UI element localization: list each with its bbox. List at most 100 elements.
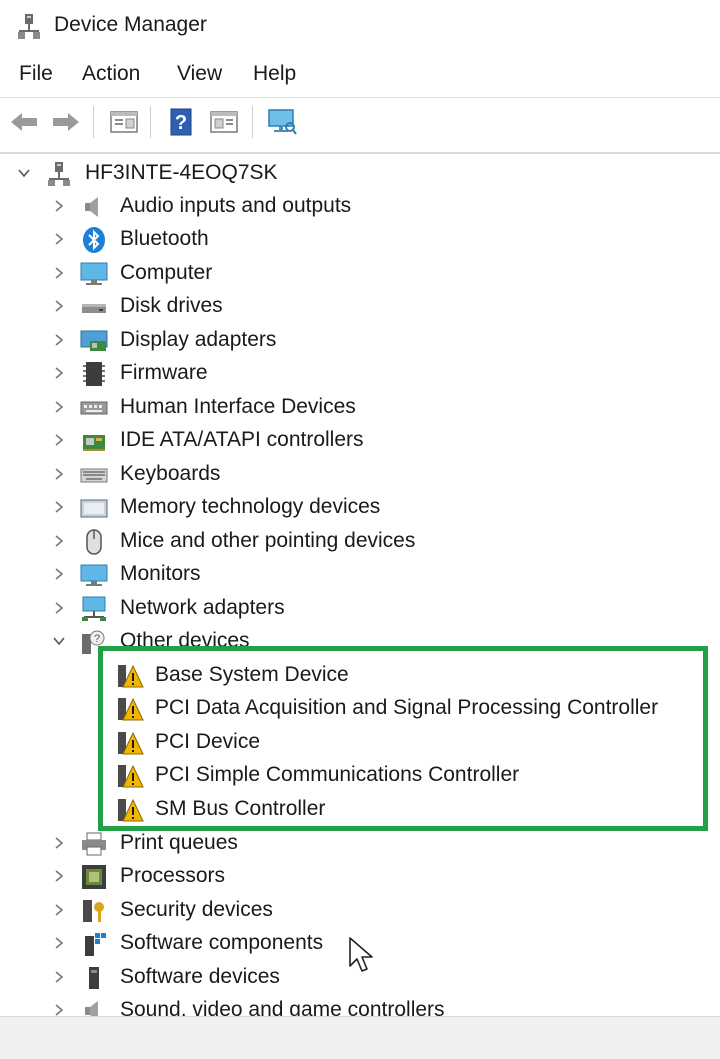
category-label: Security devices (120, 898, 273, 921)
category-label: Software components (120, 931, 324, 954)
sound-icon (85, 1001, 98, 1016)
network-adapter-icon (82, 596, 106, 621)
category-firmware[interactable]: Firmware (0, 357, 720, 390)
tree-root[interactable]: HF3INTE-4EOQ7SK (0, 157, 720, 190)
category-audio[interactable]: Audio inputs and outputs (0, 190, 720, 223)
software-device-icon (89, 967, 99, 989)
category-label: IDE ATA/ATAPI controllers (120, 428, 364, 451)
category-other-devices[interactable]: ? Other devices (0, 625, 720, 658)
category-label: Monitors (120, 562, 201, 585)
device-label: PCI Data Acquisition and Signal Processi… (155, 696, 659, 719)
monitor-icon (80, 564, 108, 586)
category-ide[interactable]: IDE ATA/ATAPI controllers (0, 424, 720, 457)
menu-view[interactable]: View (177, 62, 222, 86)
computer-tree-icon (48, 162, 70, 186)
svg-text:?: ? (94, 633, 100, 645)
mouse-icon (86, 529, 102, 555)
chevron-right-icon[interactable] (51, 935, 67, 951)
device-pci-simple-comm[interactable]: PCI Simple Communications Controller (0, 759, 720, 792)
window-title: Device Manager (54, 13, 207, 36)
speaker-icon (85, 197, 98, 217)
status-bar (0, 1016, 720, 1059)
update-driver-button[interactable] (208, 106, 240, 138)
scan-hardware-button[interactable] (266, 106, 298, 138)
chevron-right-icon[interactable] (51, 600, 67, 616)
category-print-queues[interactable]: Print queues (0, 827, 720, 860)
hid-icon (80, 401, 108, 415)
category-bluetooth[interactable]: Bluetooth (0, 223, 720, 256)
title-bar: Device Manager (0, 0, 720, 52)
chevron-right-icon[interactable] (51, 298, 67, 314)
back-button[interactable] (8, 106, 40, 138)
menu-action[interactable]: Action (82, 62, 140, 86)
device-tree[interactable]: HF3INTE-4EOQ7SK Audio inputs and outputs… (0, 156, 720, 1016)
category-label: Memory technology devices (120, 495, 381, 518)
chevron-right-icon[interactable] (51, 566, 67, 582)
category-display-adapters[interactable]: Display adapters (0, 324, 720, 357)
device-sm-bus[interactable]: SM Bus Controller (0, 793, 720, 826)
arrow-right-icon (53, 113, 79, 131)
menu-separator (0, 97, 720, 98)
category-hid[interactable]: Human Interface Devices (0, 391, 720, 424)
category-mice[interactable]: Mice and other pointing devices (0, 525, 720, 558)
warning-device-icon (118, 697, 144, 721)
chevron-right-icon[interactable] (51, 466, 67, 482)
forward-button[interactable] (50, 106, 82, 138)
category-monitors[interactable]: Monitors (0, 558, 720, 591)
chevron-right-icon[interactable] (51, 969, 67, 985)
category-computer[interactable]: Computer (0, 257, 720, 290)
device-manager-icon (18, 14, 40, 39)
menu-file[interactable]: File (19, 62, 53, 86)
chevron-down-icon[interactable] (16, 165, 32, 181)
display-adapter-icon (80, 330, 108, 351)
category-label: Software devices (120, 965, 280, 988)
help-icon: ? (170, 108, 192, 136)
chevron-right-icon[interactable] (51, 332, 67, 348)
toolbar-separator (150, 106, 151, 138)
computer-icon (80, 262, 108, 285)
chevron-right-icon[interactable] (51, 1002, 67, 1016)
device-pci-device[interactable]: PCI Device (0, 726, 720, 759)
menu-help[interactable]: Help (253, 62, 296, 86)
category-label: Keyboards (120, 462, 221, 485)
category-label: Sound, video and game controllers (120, 998, 445, 1016)
properties-button[interactable] (108, 106, 140, 138)
category-memory-tech[interactable]: Memory technology devices (0, 491, 720, 524)
device-pci-data-acquisition[interactable]: PCI Data Acquisition and Signal Processi… (0, 692, 720, 725)
category-label: Computer (120, 261, 213, 284)
category-label: Print queues (120, 831, 238, 854)
device-label: SM Bus Controller (155, 797, 326, 820)
device-label: PCI Device (155, 730, 261, 753)
category-sound-video[interactable]: Sound, video and game controllers (0, 994, 720, 1016)
chevron-right-icon[interactable] (51, 902, 67, 918)
category-label: Bluetooth (120, 227, 209, 250)
chevron-right-icon[interactable] (51, 835, 67, 851)
keyboard-icon (80, 468, 108, 483)
category-network[interactable]: Network adapters (0, 592, 720, 625)
chevron-right-icon[interactable] (51, 365, 67, 381)
category-security[interactable]: Security devices (0, 894, 720, 927)
device-base-system[interactable]: Base System Device (0, 659, 720, 692)
arrow-left-icon (11, 113, 37, 131)
tree-top-border (0, 152, 720, 154)
category-label: Other devices (120, 629, 250, 652)
chevron-right-icon[interactable] (51, 868, 67, 884)
chevron-right-icon[interactable] (51, 533, 67, 549)
chevron-down-icon[interactable] (51, 633, 67, 649)
chevron-right-icon[interactable] (51, 198, 67, 214)
category-processors[interactable]: Processors (0, 860, 720, 893)
category-keyboards[interactable]: Keyboards (0, 458, 720, 491)
chevron-right-icon[interactable] (51, 231, 67, 247)
toolbar: ? (0, 100, 720, 144)
chevron-right-icon[interactable] (51, 265, 67, 281)
device-label: PCI Simple Communications Controller (155, 763, 520, 786)
chevron-right-icon[interactable] (51, 499, 67, 515)
tree-root-label: HF3INTE-4EOQ7SK (85, 161, 278, 184)
chevron-right-icon[interactable] (51, 432, 67, 448)
category-disk-drives[interactable]: Disk drives (0, 290, 720, 323)
chip-icon (83, 362, 105, 386)
chevron-right-icon[interactable] (51, 399, 67, 415)
help-button[interactable]: ? (165, 106, 197, 138)
warning-device-icon (118, 731, 144, 755)
menu-bar: File Action View Help (0, 58, 720, 94)
